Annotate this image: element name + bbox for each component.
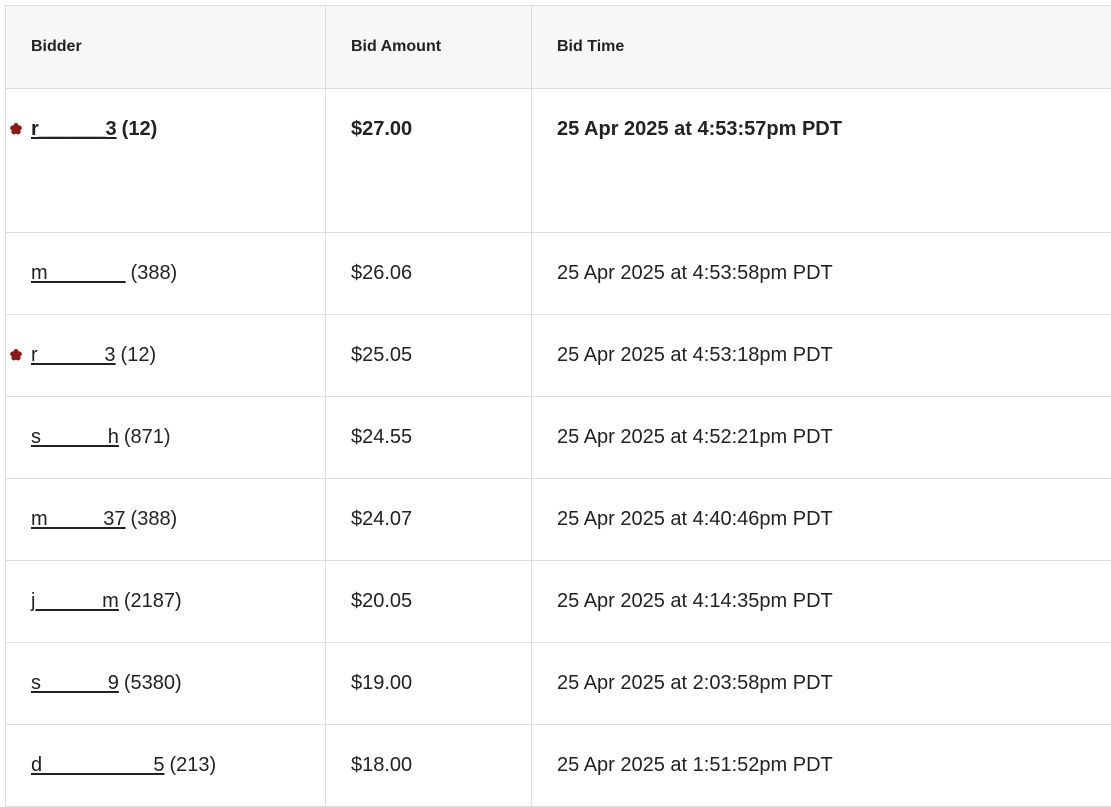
bid-history-table: Bidder Bid Amount Bid Time r______3(12) … (5, 5, 1111, 807)
table-header-row: Bidder Bid Amount Bid Time (6, 6, 1111, 89)
table-row: m_______(388) $26.06 25 Apr 2025 at 4:53… (6, 233, 1111, 315)
bid-amount-cell: $24.07 (326, 479, 532, 561)
feedback-score: (2187) (124, 590, 182, 612)
header-bid-time: Bid Time (532, 6, 1111, 89)
bidder-link[interactable]: s______9 (31, 672, 119, 694)
bidder-cell: j______m(2187) (6, 561, 326, 643)
bidder-cell: m_______(388) (6, 233, 326, 315)
bidder-cell: s______h(871) (6, 397, 326, 479)
table-row: r______3(12) $27.00 25 Apr 2025 at 4:53:… (6, 89, 1111, 233)
feedback-score: (388) (131, 508, 178, 530)
bidder-cell: r______3(12) (6, 315, 326, 397)
feedback-score: (388) (131, 262, 178, 284)
bidder-link[interactable]: j______m (31, 590, 119, 612)
bidder-cell: r______3(12) (6, 89, 326, 233)
bid-amount-cell: $24.55 (326, 397, 532, 479)
feedback-score: (12) (122, 118, 158, 140)
bid-time-cell: 25 Apr 2025 at 4:52:21pm PDT (532, 397, 1111, 479)
bid-amount-cell: $26.06 (326, 233, 532, 315)
table-row: r______3(12) $25.05 25 Apr 2025 at 4:53:… (6, 315, 1111, 397)
bidder-link[interactable]: r______3 (31, 118, 117, 140)
bid-amount-cell: $18.00 (326, 725, 532, 807)
bid-time-cell: 25 Apr 2025 at 4:53:58pm PDT (532, 233, 1111, 315)
bid-rows: r______3(12) $27.00 25 Apr 2025 at 4:53:… (6, 89, 1111, 807)
bid-time-cell: 25 Apr 2025 at 2:03:58pm PDT (532, 643, 1111, 725)
flower-icon (9, 122, 23, 136)
table-row: m_____37(388) $24.07 25 Apr 2025 at 4:40… (6, 479, 1111, 561)
table-row: d__________5(213) $18.00 25 Apr 2025 at … (6, 725, 1111, 807)
table-row: s______9(5380) $19.00 25 Apr 2025 at 2:0… (6, 643, 1111, 725)
bid-time-cell: 25 Apr 2025 at 1:51:52pm PDT (532, 725, 1111, 807)
feedback-score: (5380) (124, 672, 182, 694)
bidder-cell: s______9(5380) (6, 643, 326, 725)
bidder-link[interactable]: r______3 (31, 344, 116, 366)
table-row: s______h(871) $24.55 25 Apr 2025 at 4:52… (6, 397, 1111, 479)
feedback-score: (213) (169, 754, 216, 776)
bid-time-cell: 25 Apr 2025 at 4:14:35pm PDT (532, 561, 1111, 643)
bidder-link[interactable]: m_____37 (31, 508, 126, 530)
bidder-link[interactable]: m_______ (31, 262, 126, 284)
bidder-cell: m_____37(388) (6, 479, 326, 561)
flower-icon (9, 348, 23, 362)
bid-amount-cell: $19.00 (326, 643, 532, 725)
bid-time-cell: 25 Apr 2025 at 4:53:57pm PDT (532, 89, 1111, 233)
bid-time-cell: 25 Apr 2025 at 4:40:46pm PDT (532, 479, 1111, 561)
bidder-link[interactable]: s______h (31, 426, 119, 448)
bid-amount-cell: $27.00 (326, 89, 532, 233)
bidder-cell: d__________5(213) (6, 725, 326, 807)
feedback-score: (871) (124, 426, 171, 448)
bid-amount-cell: $25.05 (326, 315, 532, 397)
bid-time-cell: 25 Apr 2025 at 4:53:18pm PDT (532, 315, 1111, 397)
header-bid-amount: Bid Amount (326, 6, 532, 89)
feedback-score: (12) (121, 344, 157, 366)
table-row: j______m(2187) $20.05 25 Apr 2025 at 4:1… (6, 561, 1111, 643)
header-bidder: Bidder (6, 6, 326, 89)
bidder-link[interactable]: d__________5 (31, 754, 164, 776)
bid-amount-cell: $20.05 (326, 561, 532, 643)
